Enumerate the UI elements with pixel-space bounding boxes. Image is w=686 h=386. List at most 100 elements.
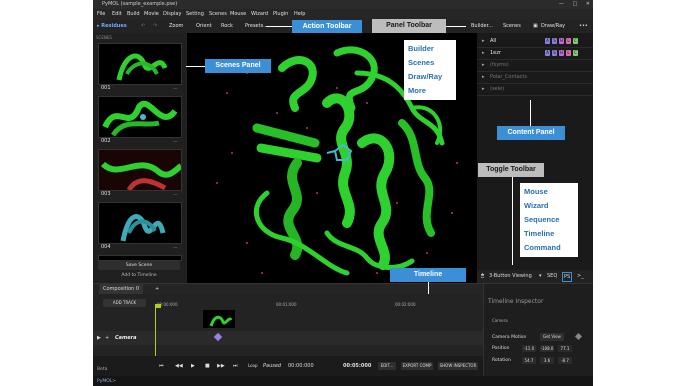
- get-view-button[interactable]: Get View: [540, 333, 564, 341]
- close-icon[interactable]: ✕: [586, 1, 590, 7]
- position-x-field[interactable]: -11.0: [522, 345, 536, 352]
- rotation-z-field[interactable]: -8.7: [558, 357, 572, 364]
- expand-icon[interactable]: ▸: [482, 35, 485, 47]
- viewing-mode-dropdown[interactable]: 3-Button Viewing: [489, 270, 532, 283]
- builder-button[interactable]: Builder...: [471, 20, 493, 33]
- legend-draw-ray: Draw/Ray: [408, 72, 443, 81]
- scene-menu-icon[interactable]: ...: [173, 138, 178, 144]
- skip-start-icon[interactable]: ⏮: [159, 356, 164, 376]
- expand-icon[interactable]: ▸: [482, 71, 485, 83]
- rotation-y-field[interactable]: 3.6: [540, 357, 554, 364]
- scene-menu-icon[interactable]: ...: [173, 85, 178, 91]
- hide-badge[interactable]: H: [559, 38, 564, 44]
- position-y-field[interactable]: -108.0: [540, 345, 554, 352]
- scene-menu-icon[interactable]: ...: [173, 244, 178, 250]
- arrow-line: [266, 26, 292, 27]
- legend-scenes: Scenes: [408, 58, 435, 67]
- edit-button[interactable]: EDIT...: [378, 362, 396, 370]
- object-row-sele[interactable]: ▸ (sele): [477, 83, 593, 96]
- chevron-down-icon[interactable]: ▾: [539, 270, 542, 283]
- status-beta: Beta: [97, 367, 108, 372]
- menu-wizard[interactable]: Wizard: [251, 9, 268, 20]
- playhead-handle[interactable]: [155, 304, 161, 308]
- add-to-timeline-button[interactable]: Add to Timeline: [98, 271, 180, 280]
- menu-build[interactable]: Build: [127, 9, 140, 20]
- zoom-button[interactable]: Zoom: [169, 20, 183, 33]
- seq-toggle[interactable]: SEQ: [547, 270, 557, 283]
- scene-thumbnail[interactable]: [98, 43, 182, 85]
- selection-mode-label: Residues: [101, 23, 127, 29]
- step-back-icon[interactable]: ◀◀: [175, 356, 183, 376]
- timeline-tracks[interactable]: ADD TRACK 00:00:000 00:01:000 00:02:000 …: [93, 294, 483, 366]
- presets-button[interactable]: Presets...: [245, 20, 268, 33]
- label-badge[interactable]: L: [566, 38, 571, 44]
- expand-icon[interactable]: ▸: [482, 83, 485, 95]
- object-name: (sele): [490, 86, 505, 92]
- total-time[interactable]: 00:05:000: [343, 356, 371, 376]
- export-comp-button[interactable]: EXPORT COMP: [401, 362, 433, 370]
- legend-mouse: Mouse: [524, 187, 548, 196]
- show-badge[interactable]: S: [552, 38, 557, 44]
- menu-movie[interactable]: Movie: [144, 9, 159, 20]
- tab-composition[interactable]: Composition 0: [99, 284, 143, 294]
- play-track-icon[interactable]: ▶: [97, 331, 101, 345]
- show-inspector-button[interactable]: SHOW INSPECTOR: [438, 362, 478, 370]
- legend-command: Command: [524, 243, 561, 252]
- add-keyframe-icon[interactable]: +: [105, 331, 109, 345]
- scene-thumbnail[interactable]: [98, 202, 182, 244]
- more-button[interactable]: •••: [579, 20, 588, 33]
- rock-button[interactable]: Rock: [221, 20, 233, 33]
- command-icon[interactable]: >_: [577, 270, 584, 283]
- keyframe-icon[interactable]: [574, 332, 583, 341]
- maximize-icon[interactable]: □: [572, 1, 577, 7]
- menu-plugin[interactable]: Plugin: [273, 9, 288, 20]
- arrow-line: [446, 26, 466, 27]
- scene-clip[interactable]: [203, 310, 235, 328]
- menu-mouse[interactable]: Mouse: [230, 9, 246, 20]
- step-forward-icon[interactable]: ▶▶: [217, 356, 225, 376]
- menu-display[interactable]: Display: [163, 9, 181, 20]
- scene-thumbnail[interactable]: [98, 149, 182, 191]
- add-track-button[interactable]: ADD TRACK: [103, 299, 146, 307]
- camera-track[interactable]: ▶ + Camera: [93, 331, 483, 345]
- command-prompt[interactable]: PyMOL>: [97, 376, 116, 386]
- orient-button[interactable]: Orient: [196, 20, 212, 33]
- scene-thumbnail[interactable]: [98, 96, 182, 138]
- action-badge[interactable]: A: [545, 50, 550, 56]
- minimize-icon[interactable]: —: [559, 1, 564, 7]
- expand-icon[interactable]: ▸: [482, 47, 485, 59]
- rotation-x-field[interactable]: 54.7: [522, 357, 536, 364]
- object-name: 1ezr: [490, 50, 501, 56]
- menu-file[interactable]: File: [97, 9, 105, 20]
- show-badge[interactable]: S: [552, 50, 557, 56]
- menu-setting[interactable]: Setting: [186, 9, 204, 20]
- keyframe-diamond[interactable]: [213, 332, 223, 342]
- selection-mode-dropdown[interactable]: ▸ Residues: [97, 20, 127, 33]
- save-scene-button[interactable]: Save Scene: [98, 261, 180, 270]
- draw-ray-button[interactable]: Draw/Ray: [541, 20, 565, 33]
- menu-scenes[interactable]: Scenes: [209, 9, 227, 20]
- ps-toggle[interactable]: PS: [562, 272, 573, 282]
- callout-action-toolbar: Action Toolbar: [292, 20, 362, 33]
- action-badge[interactable]: A: [545, 38, 550, 44]
- expand-icon[interactable]: ▸: [482, 59, 485, 71]
- position-z-field[interactable]: 77.1: [558, 345, 572, 352]
- add-tab-button[interactable]: +: [155, 284, 159, 294]
- color-badge[interactable]: C: [573, 50, 578, 56]
- stop-icon[interactable]: ■: [205, 356, 210, 376]
- label-badge[interactable]: L: [566, 50, 571, 56]
- skip-end-icon[interactable]: ⏭: [233, 356, 238, 376]
- menu-help[interactable]: Help: [294, 9, 305, 20]
- scenes-button[interactable]: Scenes: [503, 20, 521, 33]
- loop-toggle[interactable]: Loop: [248, 356, 258, 376]
- redo-icon[interactable]: ↷: [153, 20, 157, 33]
- callout-toggle-toolbar: Toggle Toolbar: [478, 163, 544, 177]
- color-badge[interactable]: C: [573, 38, 578, 44]
- scene-menu-icon[interactable]: ...: [173, 191, 178, 197]
- menu-edit[interactable]: Edit: [112, 9, 122, 20]
- pymol-app: PyMOL (sample_example.pse) — □ ✕ File Ed…: [93, 0, 593, 386]
- playback-controls: ⏮ ◀◀ ▶ ■ ▶▶ ⏭ Loop Paused 00:00:000 00:0…: [93, 356, 483, 376]
- play-icon[interactable]: ▶: [191, 356, 195, 376]
- undo-icon[interactable]: ↶: [141, 20, 145, 33]
- hide-badge[interactable]: H: [559, 50, 564, 56]
